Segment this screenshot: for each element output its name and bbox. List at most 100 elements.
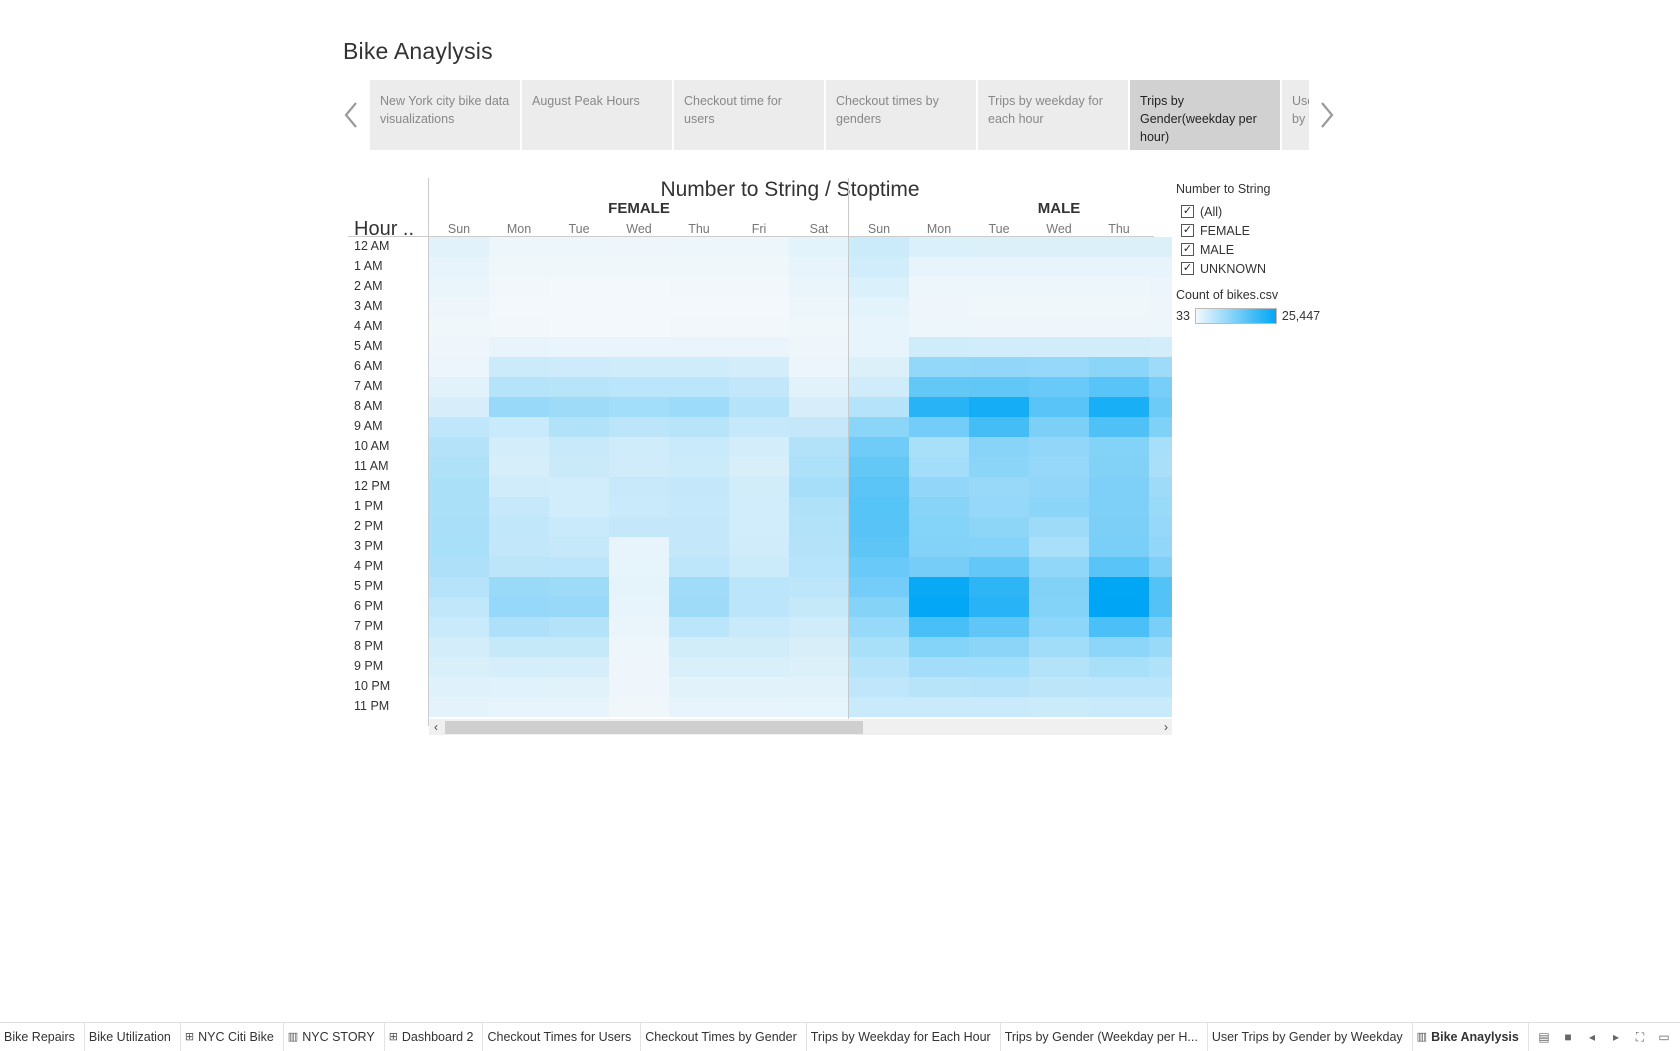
- heatmap-cell[interactable]: [969, 617, 1029, 637]
- heatmap-cell[interactable]: [849, 517, 909, 537]
- heatmap-cell[interactable]: [909, 257, 969, 277]
- heatmap-cell[interactable]: [849, 617, 909, 637]
- story-point[interactable]: User Trips by Gender by Weekday: [1282, 80, 1309, 150]
- heatmap-cell[interactable]: [429, 557, 489, 577]
- heatmap-cell[interactable]: [1029, 237, 1089, 257]
- heatmap-cell[interactable]: [909, 557, 969, 577]
- heatmap-cell[interactable]: [429, 477, 489, 497]
- scrollbar-thumb[interactable]: [445, 721, 863, 734]
- heatmap-cell[interactable]: [1029, 377, 1089, 397]
- heatmap-cell[interactable]: [489, 537, 549, 557]
- heatmap-cell[interactable]: [549, 277, 609, 297]
- heatmap-cell[interactable]: [1089, 517, 1149, 537]
- heatmap-cell[interactable]: [429, 417, 489, 437]
- heatmap-cell[interactable]: [549, 537, 609, 557]
- heatmap-cell[interactable]: [909, 337, 969, 357]
- heatmap-cell[interactable]: [1089, 397, 1149, 417]
- heatmap-cell[interactable]: [609, 437, 669, 457]
- heatmap-cell[interactable]: [1149, 657, 1172, 677]
- show-tabs-icon[interactable]: ■: [1560, 1029, 1576, 1045]
- filter-item[interactable]: ✓ MALE: [1176, 240, 1336, 259]
- heatmap-cell[interactable]: [969, 437, 1029, 457]
- heatmap-cell[interactable]: [909, 677, 969, 697]
- heatmap-cell[interactable]: [1089, 597, 1149, 617]
- heatmap-cell[interactable]: [609, 237, 669, 257]
- heatmap-cell[interactable]: [1149, 697, 1172, 717]
- heatmap-cell[interactable]: [1149, 457, 1172, 477]
- heatmap-cell[interactable]: [849, 437, 909, 457]
- heatmap-cell[interactable]: [1089, 317, 1149, 337]
- heatmap-cell[interactable]: [489, 397, 549, 417]
- heatmap-cell[interactable]: [489, 437, 549, 457]
- heatmap-cell[interactable]: [729, 457, 789, 477]
- sheet-tab[interactable]: Checkout Times by Gender: [641, 1022, 807, 1051]
- chevron-left-icon[interactable]: ‹: [429, 719, 443, 735]
- heatmap-cell[interactable]: [1149, 517, 1172, 537]
- heatmap-cell[interactable]: [609, 497, 669, 517]
- heatmap-cell[interactable]: [1089, 477, 1149, 497]
- heatmap-cell[interactable]: [429, 297, 489, 317]
- heatmap-cell[interactable]: [669, 557, 729, 577]
- heatmap-cell[interactable]: [849, 457, 909, 477]
- heatmap-cell[interactable]: [1149, 397, 1172, 417]
- heatmap-cell[interactable]: [429, 357, 489, 377]
- heatmap-cell[interactable]: [489, 697, 549, 717]
- heatmap-cell[interactable]: [429, 397, 489, 417]
- heatmap-cell[interactable]: [1149, 377, 1172, 397]
- heatmap-cell[interactable]: [549, 377, 609, 397]
- heatmap-cell[interactable]: [489, 377, 549, 397]
- heatmap-cell[interactable]: [1089, 457, 1149, 477]
- heatmap-cell[interactable]: [729, 557, 789, 577]
- heatmap-cell[interactable]: [969, 277, 1029, 297]
- heatmap-cell[interactable]: [549, 617, 609, 637]
- heatmap-cell[interactable]: [909, 377, 969, 397]
- heatmap-cell[interactable]: [969, 597, 1029, 617]
- heatmap-cell[interactable]: [609, 617, 669, 637]
- heatmap-cell[interactable]: [969, 677, 1029, 697]
- heatmap-cell[interactable]: [1029, 597, 1089, 617]
- heatmap-cell[interactable]: [1089, 637, 1149, 657]
- checkbox[interactable]: ✓: [1181, 205, 1194, 218]
- story-prev-button[interactable]: [340, 98, 362, 132]
- heatmap-cell[interactable]: [849, 497, 909, 517]
- heatmap-cell[interactable]: [789, 337, 849, 357]
- heatmap-cell[interactable]: [1089, 237, 1149, 257]
- heatmap-cell[interactable]: [849, 477, 909, 497]
- heatmap-cell[interactable]: [669, 537, 729, 557]
- heatmap-cell[interactable]: [789, 577, 849, 597]
- checkbox[interactable]: ✓: [1181, 262, 1194, 275]
- heatmap-cell[interactable]: [909, 617, 969, 637]
- heatmap-cell[interactable]: [609, 337, 669, 357]
- heatmap-cell[interactable]: [489, 577, 549, 597]
- heatmap-cell[interactable]: [1029, 497, 1089, 517]
- heatmap-cell[interactable]: [909, 697, 969, 717]
- heatmap-cell[interactable]: [909, 437, 969, 457]
- heatmap-cell[interactable]: [1029, 517, 1089, 537]
- filter-item[interactable]: ✓ UNKNOWN: [1176, 259, 1336, 278]
- heatmap-cell[interactable]: [849, 557, 909, 577]
- heatmap-cell[interactable]: [1149, 597, 1172, 617]
- heatmap-cell[interactable]: [729, 397, 789, 417]
- heatmap-cell[interactable]: [669, 437, 729, 457]
- heatmap-cell[interactable]: [669, 617, 729, 637]
- heatmap-cell[interactable]: [849, 317, 909, 337]
- heatmap-cell[interactable]: [669, 497, 729, 517]
- heatmap-cell[interactable]: [789, 237, 849, 257]
- heatmap-cell[interactable]: [669, 257, 729, 277]
- heatmap-cell[interactable]: [729, 337, 789, 357]
- heatmap-cell[interactable]: [969, 457, 1029, 477]
- heatmap-cell[interactable]: [969, 377, 1029, 397]
- heatmap-cell[interactable]: [429, 257, 489, 277]
- heatmap-cell[interactable]: [1149, 437, 1172, 457]
- heatmap-cell[interactable]: [1149, 237, 1172, 257]
- heatmap-cell[interactable]: [789, 317, 849, 337]
- heatmap-cell[interactable]: [489, 617, 549, 637]
- heatmap-cell[interactable]: [549, 657, 609, 677]
- heatmap-cell[interactable]: [969, 537, 1029, 557]
- heatmap-cell[interactable]: [609, 277, 669, 297]
- heatmap-cell[interactable]: [849, 677, 909, 697]
- heatmap-cell[interactable]: [1149, 577, 1172, 597]
- heatmap-cell[interactable]: [1029, 357, 1089, 377]
- heatmap-cell[interactable]: [969, 257, 1029, 277]
- heatmap-cell[interactable]: [609, 417, 669, 437]
